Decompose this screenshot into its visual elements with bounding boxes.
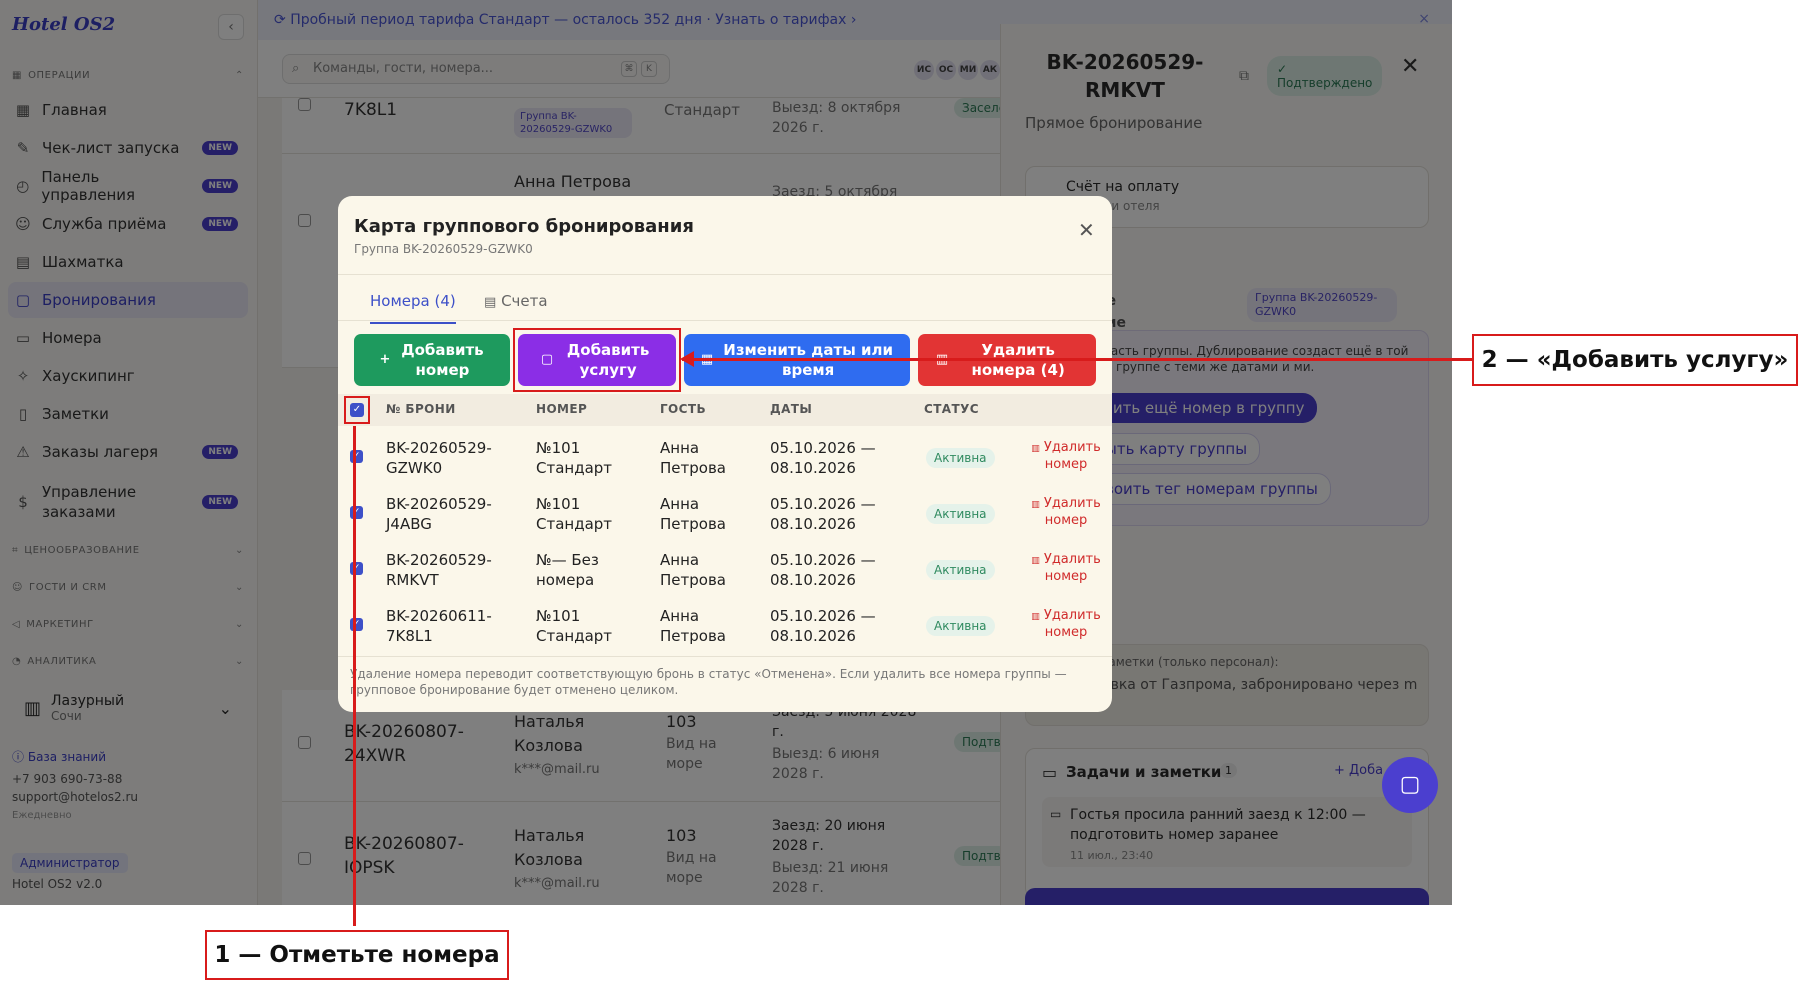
table-row[interactable]: ✓ BK-20260529-GZWK0 №101 Стандарт Анна П…	[338, 430, 1112, 486]
delete-room-link[interactable]: ▥ Удалить номер	[1020, 608, 1112, 641]
divider	[338, 320, 1112, 321]
delete-room-link[interactable]: ▥ Удалить номер	[1020, 552, 1112, 585]
col-guest: ГОСТЬ	[660, 402, 706, 416]
row-checkbox[interactable]: ✓	[350, 450, 363, 463]
app-window: Hotel OS2 ‹ ▦ОПЕРАЦИИ⌃ ▦Главная ✎Чек-лис…	[0, 0, 1452, 905]
group-booking-modal: Карта группового бронирования Группа BK-…	[338, 196, 1112, 712]
highlight-select-all	[344, 396, 370, 424]
status-badge: Активна	[926, 616, 995, 636]
chat-icon: ▢	[1399, 772, 1421, 797]
col-room: НОМЕР	[536, 402, 588, 416]
annotation-line-2	[682, 358, 1472, 361]
delete-room-link[interactable]: ▥ Удалить номер	[1020, 496, 1112, 529]
delete-room-link[interactable]: ▥ Удалить номер	[1020, 440, 1112, 473]
trash-icon: ▥	[1031, 556, 1040, 566]
add-room-button[interactable]: + Добавить номер	[354, 334, 510, 386]
col-dates: ДАТЫ	[770, 402, 813, 416]
row-checkbox[interactable]: ✓	[350, 618, 363, 631]
status-badge: Активна	[926, 560, 995, 580]
status-badge: Активна	[926, 504, 995, 524]
arrow-left-icon	[680, 351, 694, 367]
chat-button[interactable]: ▢	[1382, 757, 1438, 813]
col-booking-no: № БРОНИ	[386, 402, 456, 416]
table-row[interactable]: ✓ BK-20260529-J4ABG №101 Стандарт Анна П…	[338, 486, 1112, 542]
col-status: СТАТУС	[924, 402, 979, 416]
trash-icon: ▥	[1031, 500, 1040, 510]
table-row[interactable]: ✓ BK-20260611-7K8L1 №101 Стандарт Анна П…	[338, 598, 1112, 654]
annotation-step-2: 2 — «Добавить услугу»	[1472, 334, 1798, 386]
modal-subtitle: Группа BK-20260529-GZWK0	[354, 242, 533, 256]
tab-invoices[interactable]: ▤ Счета	[484, 292, 548, 310]
modal-title: Карта группового бронирования	[354, 216, 694, 237]
close-icon[interactable]: ✕	[1078, 218, 1095, 242]
annotation-step-1: 1 — Отметьте номера	[205, 930, 509, 980]
row-checkbox[interactable]: ✓	[350, 506, 363, 519]
plus-icon: +	[379, 352, 391, 367]
trash-icon: ▥	[1031, 444, 1040, 454]
trash-icon: ▥	[1031, 612, 1040, 622]
highlight-add-service	[513, 328, 681, 392]
annotation-line-1	[353, 426, 356, 926]
row-checkbox[interactable]: ✓	[350, 562, 363, 575]
table-row[interactable]: ✓ BK-20260529-RMKVT №— Без номера Анна П…	[338, 542, 1112, 598]
divider	[338, 656, 1112, 657]
document-icon: ▤	[484, 295, 497, 310]
divider	[338, 274, 1112, 275]
delete-note: Удаление номера переводит соответствующу…	[350, 667, 1067, 697]
status-badge: Активна	[926, 448, 995, 468]
